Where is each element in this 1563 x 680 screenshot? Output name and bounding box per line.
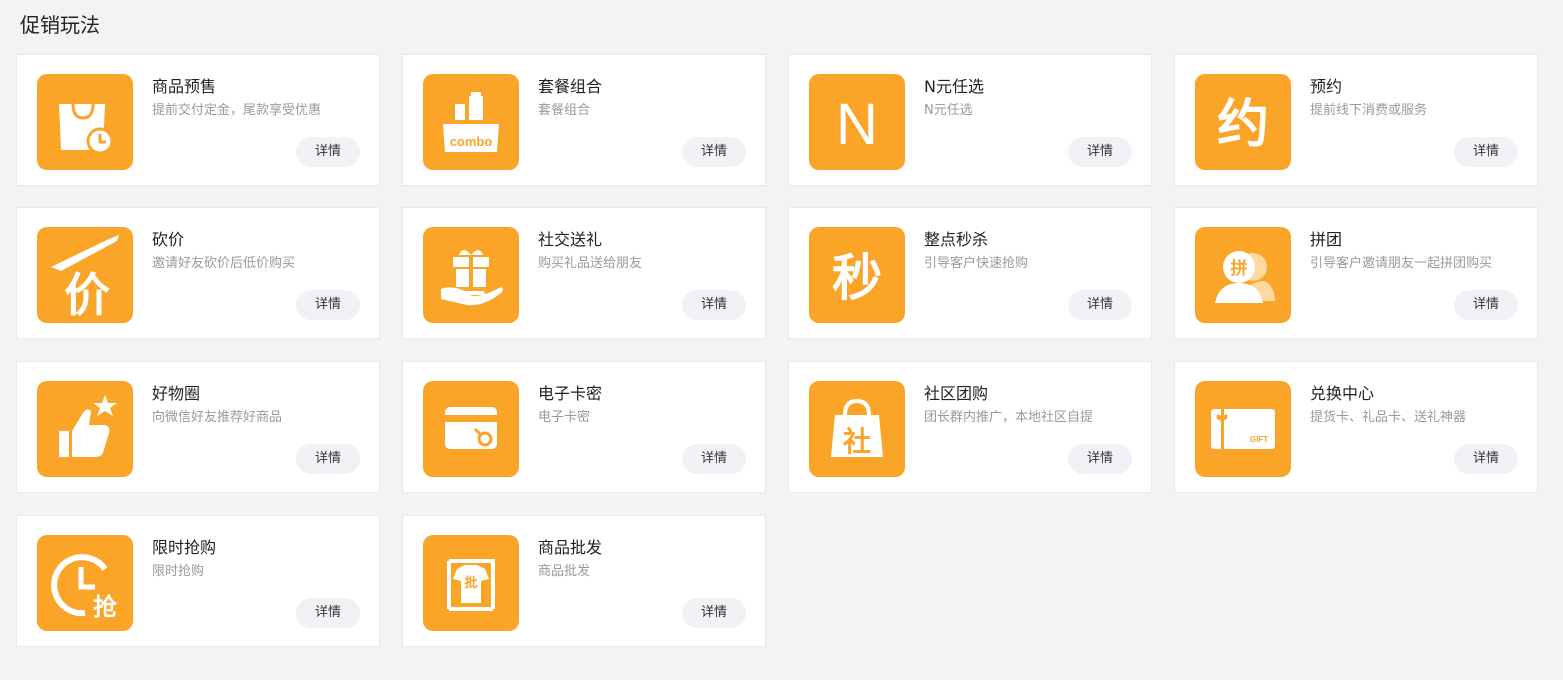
promo-card-community-group[interactable]: 社 社区团购 团长群内推广，本地社区自提 详情 (788, 361, 1152, 493)
promo-card-presale[interactable]: 商品预售 提前交付定金，尾款享受优惠 详情 (16, 54, 380, 186)
n-icon-text: N (836, 92, 878, 157)
card-title: 社区团购 (924, 384, 989, 403)
promo-card-limited-time[interactable]: 抢 限时抢购 限时抢购 详情 (16, 515, 380, 647)
rush-icon-text: 抢 (93, 593, 118, 621)
reservation-icon-text: 约 (1217, 95, 1269, 155)
card-description: 引导客户邀请朋友一起拼团购买 (1310, 256, 1493, 271)
promo-card-bargain[interactable]: 价 砍价 邀请好友砍价后低价购买 详情 (16, 207, 380, 339)
card-description: 提前交付定金，尾款享受优惠 (152, 103, 322, 118)
promo-card-e-card[interactable]: 电子卡密 电子卡密 详情 (402, 361, 766, 493)
card-description: 购买礼品送给朋友 (538, 256, 643, 271)
detail-button[interactable]: 详情 (296, 598, 360, 628)
wholesale-icon-text: 批 (464, 575, 477, 591)
card-description: 提货卡、礼品卡、送礼神器 (1310, 410, 1467, 425)
card-description: 限时抢购 (152, 564, 205, 579)
shopping-bag-clock-icon (37, 74, 133, 170)
card-description: 向微信好友推荐好商品 (152, 410, 283, 425)
card-title: 套餐组合 (538, 77, 603, 96)
card-title: N元任选 (924, 77, 984, 96)
detail-button[interactable]: 详情 (1454, 137, 1518, 167)
card-description: 套餐组合 (538, 103, 591, 118)
card-title: 商品批发 (538, 538, 603, 557)
community-icon-text: 社 (843, 425, 871, 458)
promo-card-flash-sale[interactable]: 秒 整点秒杀 引导客户快速抢购 详情 (788, 207, 1152, 339)
detail-button[interactable]: 详情 (682, 444, 746, 474)
detail-button[interactable]: 详情 (682, 290, 746, 320)
card-title: 兑换中心 (1310, 384, 1375, 403)
detail-button[interactable]: 详情 (682, 598, 746, 628)
promotion-grid: 商品预售 提前交付定金，尾款享受优惠 详情 combo 套餐组合 套餐组合 详情… (0, 0, 1563, 680)
flash-sale-character-icon: 秒 (809, 227, 905, 323)
card-description: 电子卡密 (538, 410, 591, 425)
card-title: 预约 (1310, 77, 1343, 96)
group-buy-icon-text: 拼 (1231, 258, 1248, 279)
promo-card-reservation[interactable]: 约 预约 提前线下消费或服务 详情 (1174, 54, 1538, 186)
card-title: 砍价 (152, 230, 185, 249)
card-title: 整点秒杀 (924, 230, 989, 249)
combo-bottles-icon: combo (423, 74, 519, 170)
bargain-icon-text: 价 (64, 268, 110, 322)
detail-button[interactable]: 详情 (1068, 444, 1132, 474)
detail-button[interactable]: 详情 (296, 137, 360, 167)
flash-sale-icon-text: 秒 (832, 249, 882, 307)
card-description: N元任选 (924, 103, 973, 118)
detail-button[interactable]: 详情 (296, 290, 360, 320)
gift-hand-icon (423, 227, 519, 323)
detail-button[interactable]: 详情 (1454, 290, 1518, 320)
detail-button[interactable]: 详情 (682, 137, 746, 167)
card-key-icon (423, 381, 519, 477)
promo-card-good-circle[interactable]: 好物圈 向微信好友推荐好商品 详情 (16, 361, 380, 493)
promo-card-combo[interactable]: combo 套餐组合 套餐组合 详情 (402, 54, 766, 186)
promo-card-exchange-center[interactable]: GIFT 兑换中心 提货卡、礼品卡、送礼神器 详情 (1174, 361, 1538, 493)
card-title: 拼团 (1310, 230, 1343, 249)
promo-card-wholesale[interactable]: 批 商品批发 商品批发 详情 (402, 515, 766, 647)
card-title: 社交送礼 (538, 230, 603, 249)
card-title: 限时抢购 (152, 538, 217, 557)
detail-button[interactable]: 详情 (1068, 290, 1132, 320)
card-description: 团长群内推广，本地社区自提 (924, 410, 1094, 425)
letter-n-icon: N (809, 74, 905, 170)
promo-card-social-gift[interactable]: 社交送礼 购买礼品送给朋友 详情 (402, 207, 766, 339)
thumbs-up-star-icon (37, 381, 133, 477)
card-title: 商品预售 (152, 77, 217, 96)
clock-rush-icon: 抢 (37, 535, 133, 631)
gift-card-icon: GIFT (1195, 381, 1291, 477)
card-description: 商品批发 (538, 564, 591, 579)
promo-card-n-yuan[interactable]: N N元任选 N元任选 详情 (788, 54, 1152, 186)
group-buy-people-icon: 拼 (1195, 227, 1291, 323)
card-description: 提前线下消费或服务 (1310, 103, 1428, 118)
promo-card-group-buy[interactable]: 拼 拼团 引导客户邀请朋友一起拼团购买 详情 (1174, 207, 1538, 339)
detail-button[interactable]: 详情 (296, 444, 360, 474)
card-description: 邀请好友砍价后低价购买 (152, 256, 296, 271)
card-description: 引导客户快速抢购 (924, 256, 1029, 271)
reservation-character-icon: 约 (1195, 74, 1291, 170)
community-bag-icon: 社 (809, 381, 905, 477)
detail-button[interactable]: 详情 (1068, 137, 1132, 167)
gift-icon-text: GIFT (1250, 435, 1268, 444)
wholesale-shirt-icon: 批 (423, 535, 519, 631)
card-title: 好物圈 (152, 384, 201, 403)
knife-price-icon: 价 (37, 227, 133, 323)
card-title: 电子卡密 (538, 384, 603, 403)
combo-icon-text: combo (450, 134, 493, 149)
detail-button[interactable]: 详情 (1454, 444, 1518, 474)
